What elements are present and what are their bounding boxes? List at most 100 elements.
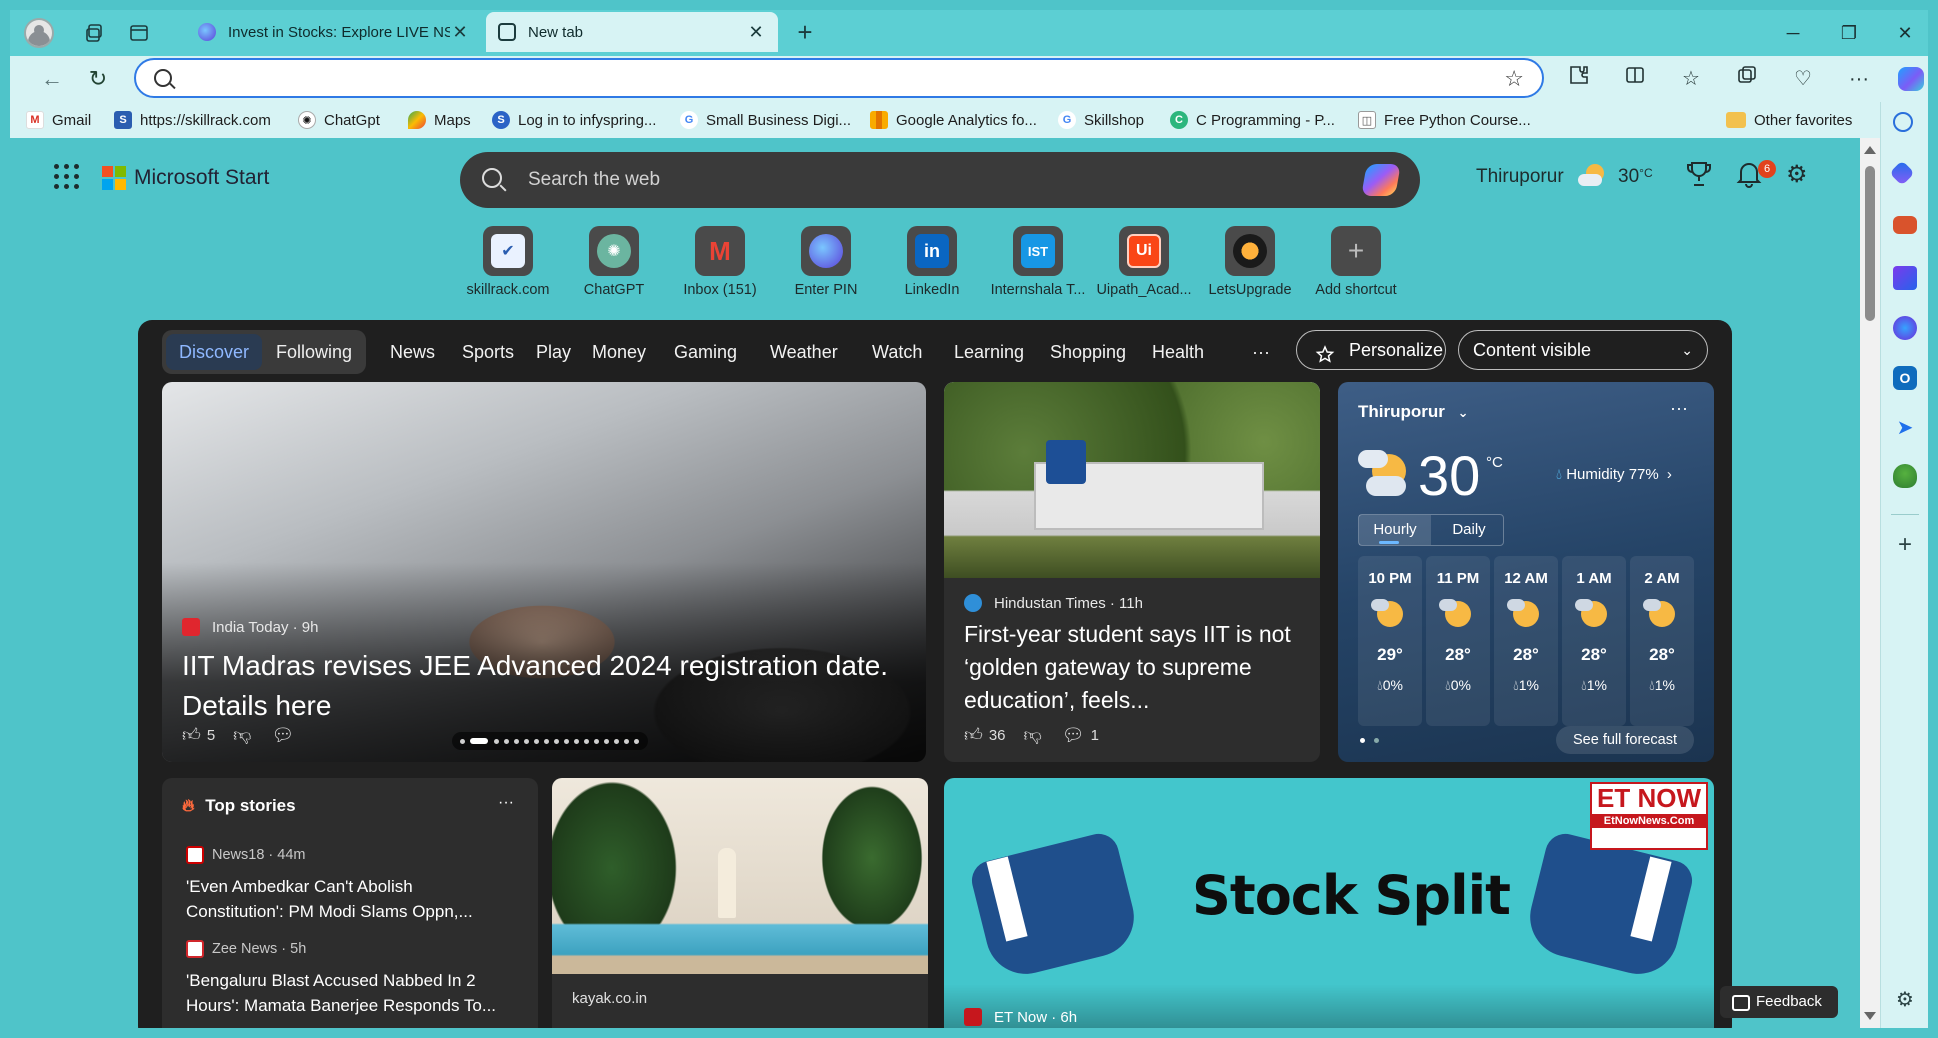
hero-article-card[interactable]: India Today · 9h IIT Madras revises JEE … [162,382,926,762]
restore-button[interactable]: ❐ [1826,18,1872,48]
article-headline[interactable]: First-year student says IIT is not ‘gold… [964,618,1304,717]
category-money[interactable]: Money [592,330,646,374]
thumbs-down-icon[interactable]: 👎︎ [1024,724,1042,746]
category-weather[interactable]: Weather [770,330,838,374]
new-tab-button[interactable]: + [790,18,820,48]
hourly-forecast-item[interactable]: 12 AM 28° 💧︎1% [1494,556,1558,726]
scroll-down-arrow-icon[interactable] [1864,1012,1876,1020]
shortcut-uipath[interactable]: Ui Uipath_Acad... [1088,226,1200,298]
category-health[interactable]: Health [1152,330,1204,374]
story-title[interactable]: 'Bengaluru Blast Accused Nabbed In 2 Hou… [186,968,506,1018]
shortcut-internshala[interactable]: IST Internshala T... [982,226,1094,298]
carousel-dot[interactable] [1374,738,1379,743]
bookmark-c-programming[interactable]: C C Programming - P... [1170,108,1335,132]
bookmark-gmail[interactable]: M Gmail [26,108,91,132]
category-sports[interactable]: Sports [462,330,514,374]
bookmark-other-favorites[interactable]: Other favorites [1726,108,1852,132]
weather-card[interactable]: Thiruporur ⌄ ··· 30 °C 💧︎ Humidity 77% ›… [1338,382,1714,762]
see-full-forecast-button[interactable]: See full forecast [1556,726,1694,754]
tools-icon[interactable] [1893,216,1917,234]
bookmark-google-analytics[interactable]: Google Analytics fo... [870,108,1037,132]
stock-split-card[interactable]: Stock Split ET NOW EtNowNews.Com ET Now … [944,778,1714,1028]
tab-following[interactable]: Following [266,334,362,370]
profile-avatar[interactable] [24,18,54,48]
category-learning[interactable]: Learning [954,330,1024,374]
hourly-forecast-item[interactable]: 10 PM 29° 💧︎0% [1358,556,1422,726]
shortcut-enter-pin[interactable]: Enter PIN [770,226,882,298]
bookmark-python-course[interactable]: ◫ Free Python Course... [1358,108,1531,132]
weather-more-icon[interactable]: ··· [1670,398,1688,419]
category-shopping[interactable]: Shopping [1050,330,1126,374]
tab-discover[interactable]: Discover [166,334,262,370]
page-settings-gear-icon[interactable]: ⚙ [1786,160,1808,189]
feedback-button[interactable]: Feedback [1720,986,1838,1018]
drop-send-icon[interactable]: ➤ [1893,416,1917,440]
shopping-tag-icon[interactable] [1889,160,1915,186]
bookmark-chatgpt[interactable]: ✺ ChatGpt [298,108,380,132]
tab-actions-icon[interactable] [124,18,154,48]
comment-icon[interactable]: 💬︎ [271,725,294,746]
thumbs-up-icon[interactable]: 👍︎ [182,724,201,746]
close-tab-icon[interactable]: ✕ [746,22,766,43]
humidity-link[interactable]: 💧︎ Humidity 77% › [1556,466,1672,483]
search-icon[interactable] [1893,112,1913,132]
outlook-icon[interactable]: O [1893,366,1917,390]
minimize-button[interactable]: ─ [1770,18,1816,48]
page-scrollbar[interactable] [1860,138,1880,1028]
copilot-icon[interactable] [1361,164,1401,196]
back-arrow-icon[interactable]: ← [36,64,68,94]
location-label[interactable]: Thiruporur [1476,166,1564,188]
tab-new-tab[interactable]: New tab ✕ [486,12,778,52]
bookmark-infyspring[interactable]: S Log in to infyspring... [492,108,656,132]
category-play[interactable]: Play [536,330,571,374]
shortcut-inbox[interactable]: M Inbox (151) [664,226,776,298]
collections-icon[interactable] [1730,64,1764,94]
tree-icon[interactable] [1893,464,1917,488]
personalize-button[interactable]: Personalize [1296,330,1446,370]
category-gaming[interactable]: Gaming [674,330,737,374]
scrollbar-thumb[interactable] [1865,166,1875,321]
story-title[interactable]: 'Even Ambedkar Can't Abolish Constitutio… [186,874,506,924]
weather-location[interactable]: Thiruporur ⌄ [1358,402,1469,422]
web-search-input[interactable] [528,166,1308,194]
category-news[interactable]: News [390,330,435,374]
hero-headline[interactable]: IIT Madras revises JEE Advanced 2024 reg… [182,646,902,726]
shortcut-linkedin[interactable]: in LinkedIn [876,226,988,298]
hourly-forecast-item[interactable]: 2 AM 28° 💧︎1% [1630,556,1694,726]
add-shortcut-button[interactable]: + Add shortcut [1300,226,1412,298]
refresh-icon[interactable]: ↻ [82,64,114,94]
brand-title[interactable]: Microsoft Start [134,166,269,190]
microsoft-365-icon[interactable] [1893,316,1917,340]
tab-invest-stocks[interactable]: Invest in Stocks: Explore LIVE NSE ✕ [186,12,482,52]
copilot-icon[interactable] [1894,64,1928,94]
bookmark-skillrack[interactable]: S https://skillrack.com [114,108,271,132]
kayak-ad-card[interactable]: kayak.co.in [552,778,928,1028]
tab-daily[interactable]: Daily [1433,515,1505,545]
top-stories-more-icon[interactable]: ··· [498,794,514,812]
scroll-up-arrow-icon[interactable] [1864,146,1876,154]
thumbs-down-icon[interactable]: 👎︎ [233,724,251,746]
shortcut-skillrack[interactable]: ✔ skillrack.com [452,226,564,298]
shortcut-chatgpt[interactable]: ✺ ChatGPT [558,226,670,298]
extensions-icon[interactable] [1562,64,1596,94]
close-window-button[interactable]: ✕ [1882,18,1928,48]
web-search-box[interactable] [460,152,1420,208]
bookmark-small-business[interactable]: G Small Business Digi... [680,108,851,132]
games-icon[interactable] [1893,266,1917,290]
carousel-indicator[interactable] [452,732,648,750]
add-sidebar-app-icon[interactable]: + [1893,533,1917,558]
app-launcher-icon[interactable] [54,164,80,190]
settings-more-icon[interactable]: ··· [1842,64,1876,94]
browser-essentials-icon[interactable]: ♡ [1786,64,1820,94]
article-card-iit[interactable]: Hindustan Times · 11h First-year student… [944,382,1320,762]
content-visibility-dropdown[interactable]: Content visible ⌄ [1458,330,1708,370]
close-tab-icon[interactable]: ✕ [450,22,470,43]
carousel-dot[interactable] [1360,738,1365,743]
address-input[interactable] [186,66,1466,92]
rewards-trophy-icon[interactable] [1686,160,1712,194]
thumbs-up-icon[interactable]: 👍︎ [964,724,983,746]
address-bar[interactable]: ☆ [134,58,1544,98]
more-categories-button[interactable]: ··· [1252,330,1270,374]
category-watch[interactable]: Watch [872,330,922,374]
workspaces-icon[interactable] [80,18,110,48]
